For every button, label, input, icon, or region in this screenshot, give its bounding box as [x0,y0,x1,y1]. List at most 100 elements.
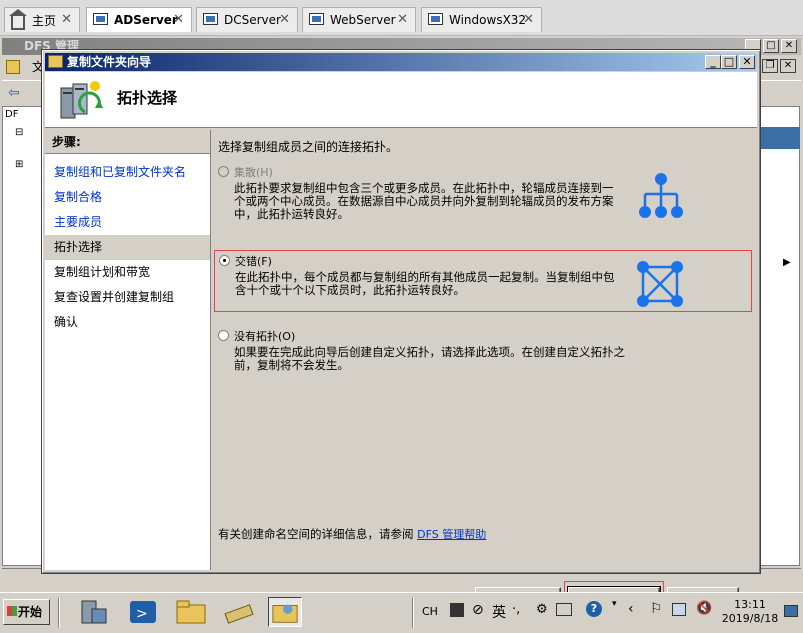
expand-icon[interactable]: ⊟ [15,127,23,138]
steps-heading: 步骤: [45,130,210,154]
replicate-folder-wizard: 复制文件夹向导 _ □ ✕ 拓扑选择 步骤: 复制组和已复制文件夹名 复制合格 … [41,49,761,613]
tab-windowsx32[interactable]: WindowsX32 ✕ [421,7,542,32]
restore-icon[interactable]: ❐ [762,59,778,73]
expand-icon[interactable]: ⊞ [15,159,23,170]
svg-text:>: > [136,606,148,622]
minimize-icon[interactable]: _ [705,55,721,69]
clock-time: 13:11 [734,598,766,611]
option-hub-spoke: 集散(H) 此拓扑要求复制组中包含三个或更多成员。在此拓扑中，轮辐成员连接到一个… [214,162,752,226]
windows-flag-icon [7,606,17,616]
tab-adserver[interactable]: ADServer ✕ [86,7,192,32]
vm-icon [203,13,219,27]
vm-icon [309,13,325,27]
taskbar-separator [58,598,60,628]
mmc-actions-pane: ▶ [760,106,800,566]
tray-expand-icon[interactable]: ▾ [612,599,617,609]
tab-dcserver[interactable]: DCServer ✕ [196,7,298,32]
full-mesh-icon [637,261,683,307]
no-topology-radio[interactable] [218,330,229,341]
maximize-icon[interactable]: □ [721,55,737,69]
hub-spoke-radio [218,166,229,177]
maximize-icon[interactable]: □ [763,39,779,53]
close-icon[interactable]: ✕ [397,12,408,27]
hub-spoke-description: 此拓扑要求复制组中包含三个或更多成员。在此拓扑中，轮辐成员连接到一个或两个中心成… [234,181,614,221]
full-mesh-label[interactable]: 交错(F) [235,253,272,269]
close-icon[interactable]: ✕ [279,12,290,27]
step-replication-group-name[interactable]: 复制组和已复制文件夹名 [45,160,210,185]
full-mesh-radio[interactable] [219,255,230,266]
powershell-icon[interactable]: > [126,597,160,627]
clock-date: 2019/8/18 [721,612,779,625]
tab-label: WindowsX32 [449,13,527,27]
vm-icon [428,13,444,27]
step-schedule-bandwidth: 复制组计划和带宽 [54,265,151,279]
actions-header [761,127,800,149]
replication-servers-icon [60,81,103,119]
chevron-left-icon[interactable]: ‹ [628,601,634,617]
intro-text: 选择复制组成员之间的连接拓扑。 [218,140,399,154]
mmc-app-icon [6,60,20,74]
no-topology-description: 如果要在完成此向导后创建自定义拓扑，请选择此选项。在创建自定义拓扑之前，复制将不… [234,345,625,372]
close-icon[interactable]: ✕ [61,12,72,27]
action-center-flag-icon[interactable]: ⚐ [650,601,663,617]
taskbar: 开始 > CH ⊘ 英 ·, ⚙ ? ▾ ‹ ⚐ 🔇 13:11 2019/8/… [0,592,803,633]
option-full-mesh[interactable]: 交错(F) 在此拓扑中，每个成员都与复制组的所有其他成员一起复制。当复制组中包含… [214,250,752,312]
home-icon [9,9,27,30]
tab-label: WebServer [330,13,396,27]
show-desktop-icon[interactable] [784,605,798,617]
folder-icon [48,55,63,68]
close-icon[interactable]: ✕ [739,55,755,69]
no-symbol-icon[interactable]: ⊘ [472,602,484,618]
clock[interactable]: 13:11 2019/8/18 [720,598,780,626]
start-label: 开始 [18,605,43,619]
help-line: 有关创建命名空间的详细信息，请参阅 DFS 管理帮助 [218,526,486,542]
browser-tab-strip: 主页 ✕ ADServer ✕ DCServer ✕ WebServer ✕ W… [0,0,803,36]
step-review-settings: 复查设置并创建复制组 [54,290,175,304]
tools-icon[interactable] [222,597,256,627]
volume-muted-icon[interactable]: 🔇 [696,601,712,616]
close-icon[interactable]: ✕ [781,39,797,53]
punctuation-icon[interactable]: ·, [512,602,520,617]
tree-root[interactable]: DF [5,109,18,120]
wizard-header: 拓扑选择 [45,72,757,128]
explorer-icon[interactable] [174,597,208,627]
close-icon[interactable]: ✕ [523,12,534,27]
page-title: 拓扑选择 [117,89,178,107]
full-mesh-description: 在此拓扑中，每个成员都与复制组的所有其他成员一起复制。当复制组中包含十个或十个以… [235,270,615,297]
wizard-steps-pane: 步骤: 复制组和已复制文件夹名 复制合格 主要成员 拓扑选择 复制组计划和带宽 … [45,130,211,570]
ime-keyboard-icon[interactable] [450,603,464,617]
settings-gear-icon[interactable]: ⚙ [536,602,548,617]
dfs-management-icon[interactable] [268,597,302,627]
mmc-tree-pane: DF ⊟ ⊞ [2,106,42,566]
close-icon[interactable]: ✕ [173,12,184,27]
dfs-help-link[interactable]: DFS 管理帮助 [417,528,486,541]
step-replication-eligibility[interactable]: 复制合格 [45,185,210,210]
wizard-title-bar: 复制文件夹向导 _ □ ✕ [45,53,757,71]
taskbar-separator [412,598,414,628]
back-arrow-icon[interactable]: ⇦ [8,85,20,101]
arrow-right-icon[interactable]: ▶ [783,257,791,268]
step-confirmation: 确认 [54,315,79,329]
hub-spoke-label: 集散(H) [234,166,273,179]
start-button[interactable]: 开始 [3,599,50,625]
network-icon[interactable] [672,603,686,616]
tab-label: DCServer [224,13,281,27]
soft-keyboard-icon[interactable] [556,603,572,616]
server-manager-icon[interactable] [76,597,110,627]
hub-spoke-icon [639,173,683,218]
tab-label: 主页 [32,13,57,28]
option-no-topology[interactable]: 没有拓扑(O) 如果要在完成此向导后创建自定义拓扑，请选择此选项。在创建自定义拓… [214,326,752,382]
tab-home[interactable]: 主页 ✕ [4,7,80,32]
language-indicator[interactable]: CH [422,605,438,618]
close-icon[interactable]: ✕ [780,59,796,73]
wizard-title: 复制文件夹向导 [67,55,152,69]
help-text: 有关创建命名空间的详细信息，请参阅 [218,527,414,541]
ime-mode[interactable]: 英 [492,602,506,622]
step-primary-member[interactable]: 主要成员 [45,210,210,235]
no-topology-label[interactable]: 没有拓扑(O) [234,328,295,344]
vm-icon [93,13,109,27]
help-icon[interactable]: ? [586,601,602,617]
tab-webserver[interactable]: WebServer ✕ [302,7,416,32]
step-topology-selection: 拓扑选择 [45,235,210,260]
tab-label: ADServer [114,13,178,27]
